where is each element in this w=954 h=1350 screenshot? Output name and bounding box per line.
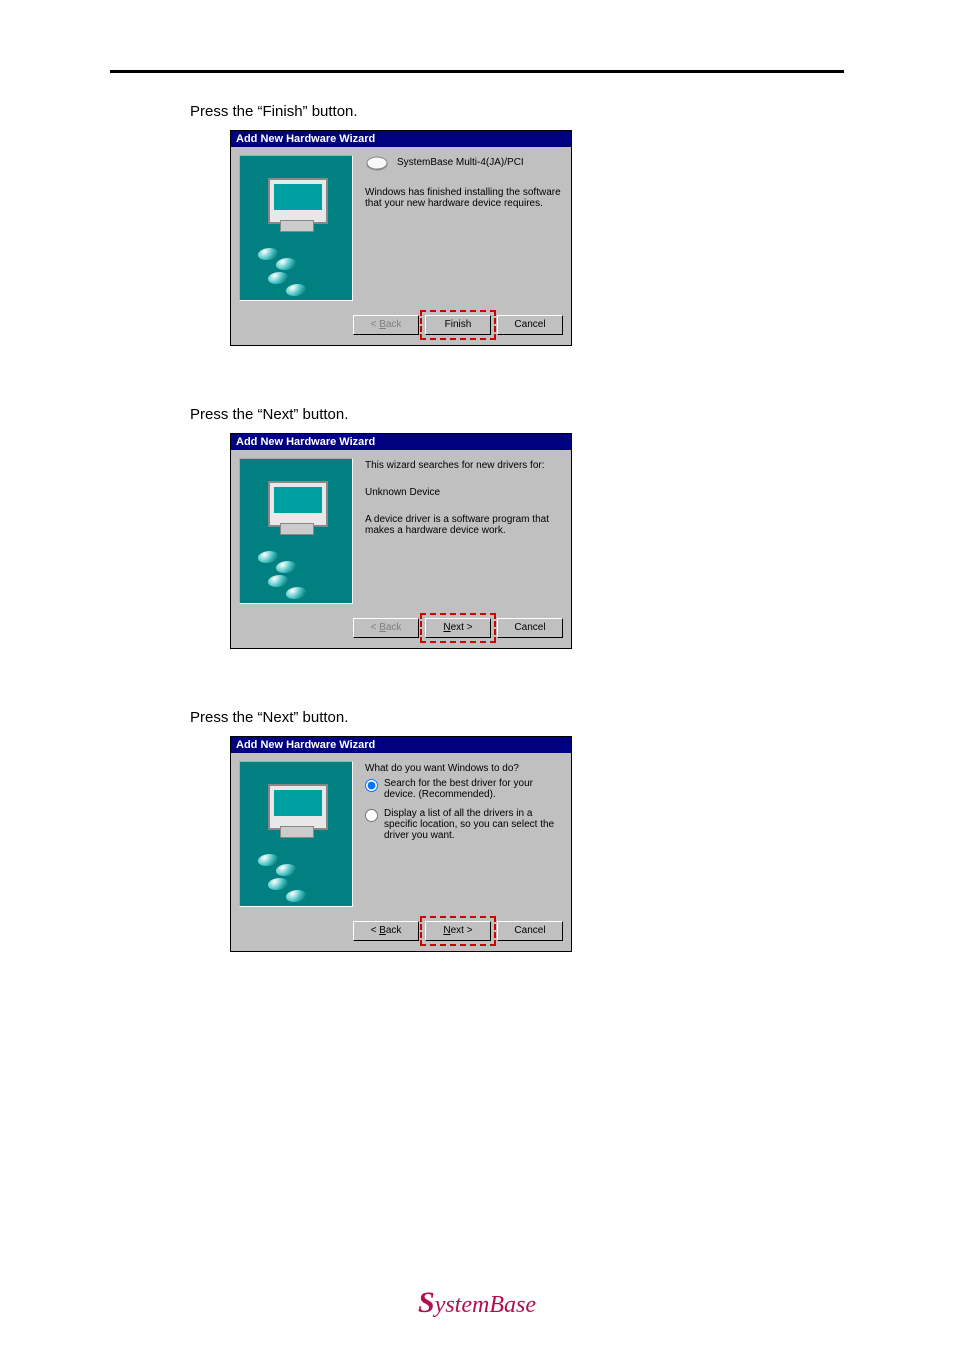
device-name: Unknown Device (365, 487, 561, 498)
radio-label: Search for the best driver for your devi… (384, 778, 561, 800)
cancel-button[interactable]: Cancel (497, 921, 563, 941)
dialog-content: SystemBase Multi-4(JA)/PCI Windows has f… (365, 155, 561, 301)
dialog-prompt: What do you want Windows to do? (365, 763, 561, 774)
brand-name: ystemBase (435, 1292, 536, 1318)
radio-option-list[interactable]: Display a list of all the drivers in a s… (365, 808, 561, 841)
wizard-graphic (239, 458, 353, 604)
button-row: < Back Next > Cancel (231, 612, 571, 648)
wizard-dialog: Add New Hardware Wizard What do you want… (230, 736, 572, 952)
instruction-text: Press the “Next” button. (190, 406, 844, 423)
back-button: < Back (353, 618, 419, 638)
horizontal-rule (110, 70, 844, 73)
dialog-content: This wizard searches for new drivers for… (365, 458, 561, 604)
wizard-graphic (239, 155, 353, 301)
dialog-message: This wizard searches for new drivers for… (365, 460, 561, 471)
device-icon (365, 155, 389, 173)
dialog-title: Add New Hardware Wizard (231, 434, 571, 450)
wizard-dialog: Add New Hardware Wizard This wizard sear… (230, 433, 572, 649)
next-button[interactable]: Next > (425, 618, 491, 638)
brand-logo: SystemBase (418, 1292, 536, 1318)
next-button[interactable]: Next > (425, 921, 491, 941)
cancel-button[interactable]: Cancel (497, 315, 563, 335)
dialog-body: SystemBase Multi-4(JA)/PCI Windows has f… (231, 147, 571, 309)
wizard-graphic (239, 761, 353, 907)
button-row: < Back Finish Cancel (231, 309, 571, 345)
dialog-message: A device driver is a software program th… (365, 514, 561, 536)
dialog-message: Windows has finished installing the soft… (365, 187, 561, 209)
dialog-content: What do you want Windows to do? Search f… (365, 761, 561, 907)
radio-search[interactable] (365, 779, 378, 792)
dialog-body: This wizard searches for new drivers for… (231, 450, 571, 612)
finish-button[interactable]: Finish (425, 315, 491, 335)
back-button[interactable]: < Back (353, 921, 419, 941)
device-name: SystemBase Multi-4(JA)/PCI (397, 157, 524, 168)
dialog-body: What do you want Windows to do? Search f… (231, 753, 571, 915)
wizard-dialog: Add New Hardware Wizard SystemBase Multi… (230, 130, 572, 346)
instruction-text: Press the “Finish” button. (190, 103, 844, 120)
cancel-button[interactable]: Cancel (497, 618, 563, 638)
instruction-text: Press the “Next” button. (190, 709, 844, 726)
radio-list[interactable] (365, 809, 378, 822)
radio-label: Display a list of all the drivers in a s… (384, 808, 561, 841)
back-button: < Back (353, 315, 419, 335)
page-footer: SystemBase (0, 1286, 954, 1320)
document-page: Press the “Finish” button. Add New Hardw… (0, 0, 954, 1350)
radio-option-search[interactable]: Search for the best driver for your devi… (365, 778, 561, 800)
dialog-title: Add New Hardware Wizard (231, 737, 571, 753)
dialog-title: Add New Hardware Wizard (231, 131, 571, 147)
button-row: < Back Next > Cancel (231, 915, 571, 951)
